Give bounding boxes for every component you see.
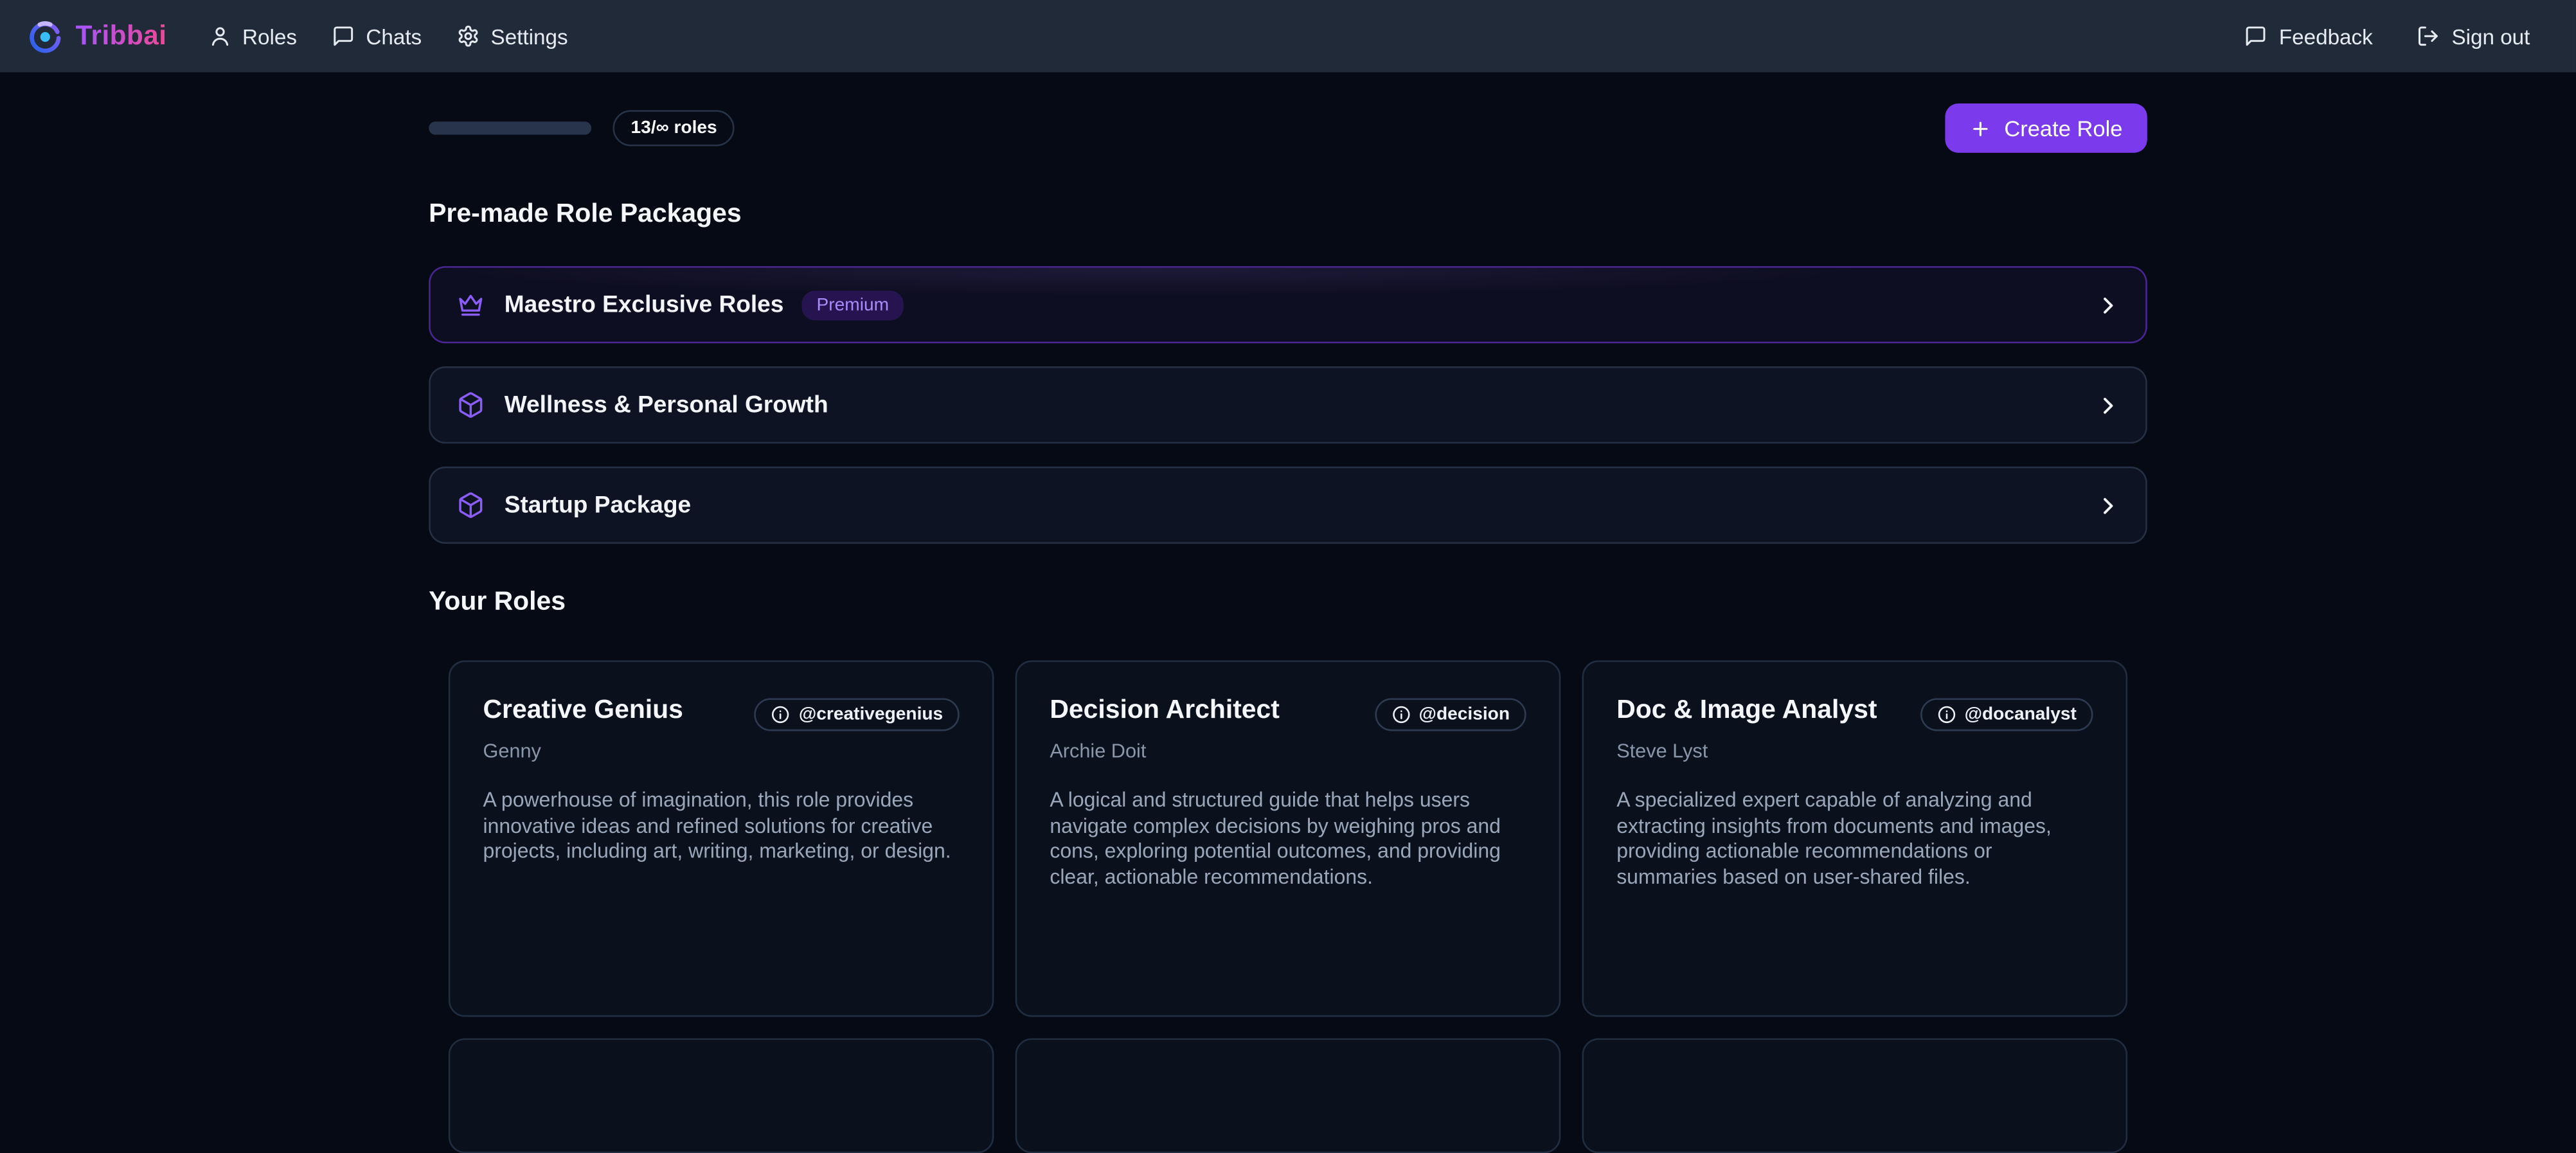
roles-card-grid: Creative Genius @creativegenius Genny A … — [429, 661, 2147, 1153]
role-handle-badge[interactable]: @creativegenius — [755, 698, 960, 731]
role-card-creative-genius[interactable]: Creative Genius @creativegenius Genny A … — [449, 661, 994, 1017]
feedback-button[interactable]: Feedback — [2244, 24, 2373, 48]
plus-icon — [1970, 118, 1991, 139]
package-row-wellness[interactable]: Wellness & Personal Growth — [429, 366, 2147, 443]
role-subtitle: Genny — [483, 739, 959, 762]
nav-links: Roles Chats Settings — [208, 24, 568, 48]
nav-item-settings[interactable]: Settings — [456, 24, 568, 48]
role-handle: @decision — [1419, 705, 1510, 725]
role-handle-badge[interactable]: @decision — [1375, 698, 1526, 731]
main-content: 13/∞ roles Create Role Pre-made Role Pac… — [429, 103, 2147, 1153]
role-title: Decision Architect — [1050, 697, 1280, 727]
info-icon — [1936, 705, 1956, 725]
role-card-decision-architect[interactable]: Decision Architect @decision Archie Doit… — [1015, 661, 1561, 1017]
roles-toolbar: 13/∞ roles Create Role — [429, 103, 2147, 153]
top-navbar: Tribbai Roles Chats — [0, 0, 2576, 72]
role-description: A powerhouse of imagination, this role p… — [483, 789, 959, 866]
role-title: Creative Genius — [483, 697, 683, 727]
logout-icon — [2417, 24, 2440, 48]
app-root: Tribbai Roles Chats — [0, 0, 2576, 1053]
packages-section-title: Pre-made Role Packages — [429, 201, 2147, 230]
feedback-label: Feedback — [2279, 24, 2373, 48]
role-card-doc-image-analyst[interactable]: Doc & Image Analyst @docanalyst Steve Ly… — [1582, 661, 2128, 1017]
chat-icon — [332, 24, 355, 48]
role-subtitle: Archie Doit — [1050, 739, 1526, 762]
chevron-right-icon — [2097, 393, 2120, 416]
role-subtitle: Steve Lyst — [1616, 739, 2093, 762]
nav-item-roles[interactable]: Roles — [208, 24, 297, 48]
roles-quota-badge: 13/∞ roles — [613, 110, 735, 146]
tribbai-logo-icon — [28, 19, 62, 53]
nav-item-label: Settings — [491, 24, 568, 48]
role-description: A specialized expert capable of analyzin… — [1616, 789, 2093, 891]
your-roles-section-title: Your Roles — [429, 588, 2147, 618]
role-card-partial[interactable] — [449, 1038, 994, 1153]
nav-item-label: Roles — [242, 24, 297, 48]
crown-icon — [457, 290, 485, 318]
chevron-right-icon — [2097, 494, 2120, 517]
info-icon — [771, 705, 791, 725]
brand-logo[interactable]: Tribbai — [28, 19, 166, 53]
role-handle: @docanalyst — [1965, 705, 2077, 725]
role-handle-badge[interactable]: @docanalyst — [1920, 698, 2093, 731]
package-icon — [457, 391, 485, 418]
signout-label: Sign out — [2451, 24, 2530, 48]
premium-badge: Premium — [802, 290, 904, 319]
card-header: Decision Architect @decision — [1050, 697, 1526, 731]
role-card-partial[interactable] — [1015, 1038, 1561, 1153]
roles-quota-progress — [429, 121, 591, 134]
signout-button[interactable]: Sign out — [2417, 24, 2530, 48]
card-header: Creative Genius @creativegenius — [483, 697, 959, 731]
package-label: Startup Package — [505, 492, 691, 519]
chevron-right-icon — [2097, 293, 2120, 316]
package-row-startup[interactable]: Startup Package — [429, 467, 2147, 544]
info-icon — [1391, 705, 1411, 725]
package-label: Maestro Exclusive Roles — [505, 292, 784, 318]
role-description: A logical and structured guide that help… — [1050, 789, 1526, 891]
nav-item-label: Chats — [366, 24, 422, 48]
package-row-maestro[interactable]: Maestro Exclusive Roles Premium — [429, 266, 2147, 343]
user-icon — [208, 24, 231, 48]
package-icon — [457, 491, 485, 519]
package-list: Maestro Exclusive Roles Premium Welln — [429, 266, 2147, 544]
role-card-partial[interactable] — [1582, 1038, 2128, 1153]
role-title: Doc & Image Analyst — [1616, 697, 1877, 727]
nav-right: Feedback Sign out — [2244, 24, 2530, 48]
nav-item-chats[interactable]: Chats — [332, 24, 422, 48]
package-label: Wellness & Personal Growth — [505, 392, 828, 418]
card-header: Doc & Image Analyst @docanalyst — [1616, 697, 2093, 731]
create-role-button[interactable]: Create Role — [1945, 103, 2147, 153]
create-role-label: Create Role — [2004, 116, 2122, 140]
brand-name: Tribbai — [76, 21, 167, 52]
gear-icon — [456, 24, 479, 48]
role-handle: @creativegenius — [799, 705, 943, 725]
feedback-icon — [2244, 24, 2267, 48]
